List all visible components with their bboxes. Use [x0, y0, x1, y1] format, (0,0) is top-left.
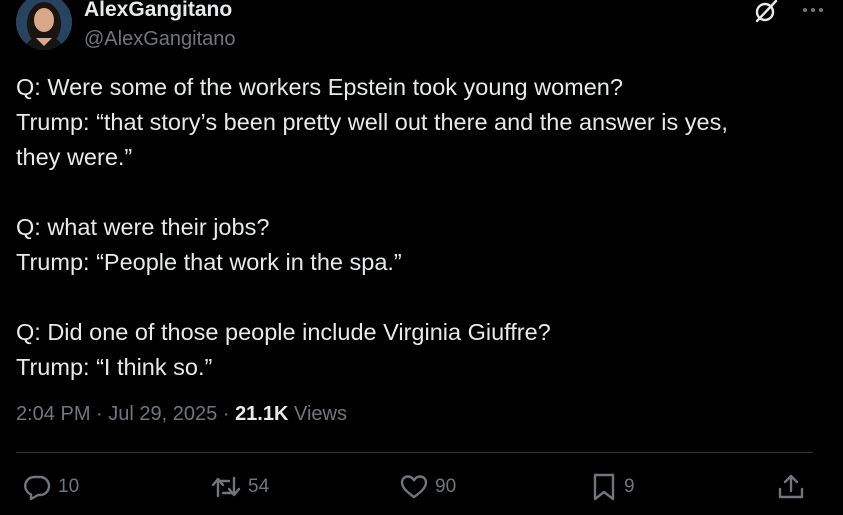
action-bar: 10 54 90 9 [0, 470, 843, 504]
tweet-line: they were.” [16, 144, 133, 170]
share-icon [776, 472, 806, 502]
bookmark-icon [590, 472, 618, 502]
reply-icon [22, 472, 52, 502]
like-button[interactable]: 90 [399, 470, 456, 504]
views-count: 21.1K [235, 403, 289, 425]
tweet-line: Trump: “I think so.” [16, 354, 213, 380]
bookmark-count: 9 [624, 476, 635, 497]
divider [16, 452, 813, 453]
tweet-line: Q: what were their jobs? [16, 214, 270, 240]
reply-button[interactable]: 10 [22, 470, 79, 504]
display-name[interactable]: AlexGangitano [84, 0, 232, 23]
tweet-line: Q: Were some of the workers Epstein took… [16, 74, 623, 100]
tweet-line-blank [16, 280, 816, 315]
tweet-line-blank [16, 175, 816, 210]
tweet-header: AlexGangitano @AlexGangitano [16, 0, 827, 54]
repost-button[interactable]: 54 [210, 470, 269, 504]
views-label: Views [294, 403, 347, 425]
tweet: AlexGangitano @AlexGangitano Q: Were som… [0, 0, 843, 515]
tweet-time[interactable]: 2:04 PM [16, 403, 90, 425]
repost-count: 54 [248, 476, 270, 497]
tweet-meta: 2:04 PM · Jul 29, 2025 · 21.1K Views [16, 400, 347, 428]
user-handle[interactable]: @AlexGangitano [84, 26, 236, 52]
reply-count: 10 [58, 476, 80, 497]
grok-icon[interactable] [753, 0, 779, 24]
tweet-text: Q: Were some of the workers Epstein took… [16, 70, 816, 385]
repost-icon [210, 472, 242, 502]
bookmark-button[interactable]: 9 [590, 470, 635, 504]
more-icon[interactable] [799, 0, 827, 24]
tweet-line: Q: Did one of those people include Virgi… [16, 319, 551, 345]
tweet-line: Trump: “People that work in the spa.” [16, 249, 402, 275]
share-button[interactable] [776, 470, 806, 504]
avatar[interactable] [16, 0, 72, 50]
like-count: 90 [435, 476, 457, 497]
tweet-line: Trump: “that story’s been pretty well ou… [16, 109, 728, 135]
meta-separator: · [222, 403, 230, 425]
tweet-date[interactable]: Jul 29, 2025 [108, 403, 217, 425]
meta-separator: · [96, 403, 103, 425]
like-icon [399, 472, 429, 502]
